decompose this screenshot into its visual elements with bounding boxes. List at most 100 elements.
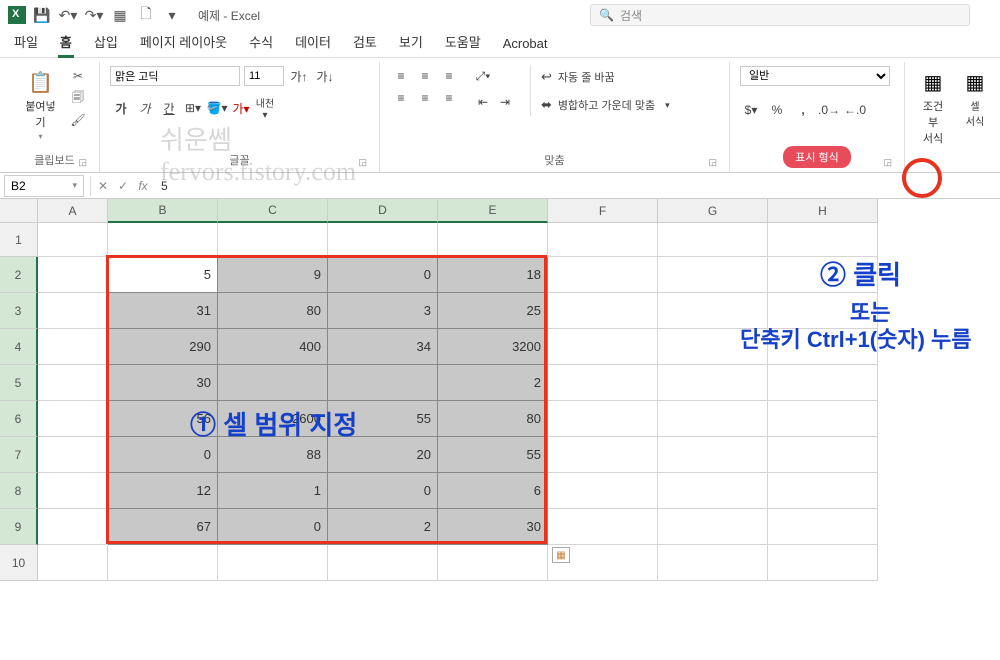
cell[interactable]: 18 bbox=[438, 257, 548, 293]
fx-icon[interactable]: fx bbox=[133, 179, 153, 193]
row-header[interactable]: 6 bbox=[0, 401, 38, 437]
format-painter-icon[interactable]: 🖌 bbox=[67, 110, 89, 130]
tab-도움말[interactable]: 도움말 bbox=[443, 28, 483, 57]
cell[interactable]: 5 bbox=[108, 257, 218, 293]
fill-color-button[interactable]: 🪣▾ bbox=[206, 98, 228, 118]
cell[interactable]: 80 bbox=[218, 293, 328, 329]
row-header[interactable]: 5 bbox=[0, 365, 38, 401]
tab-페이지 레이아웃[interactable]: 페이지 레이아웃 bbox=[138, 28, 229, 57]
cell[interactable] bbox=[658, 509, 768, 545]
clipboard-launcher-icon[interactable]: ◲ bbox=[78, 157, 87, 168]
cell[interactable]: 9 bbox=[218, 257, 328, 293]
align-middle-icon[interactable]: ≡ bbox=[414, 66, 436, 86]
cell[interactable]: 30 bbox=[438, 509, 548, 545]
cell[interactable] bbox=[548, 293, 658, 329]
name-box[interactable]: B2▾ bbox=[4, 175, 84, 197]
orientation-icon[interactable]: ⤢▾ bbox=[472, 66, 494, 86]
column-header[interactable]: F bbox=[548, 199, 658, 223]
search-box[interactable]: 🔍 검색 bbox=[590, 4, 970, 26]
number-launcher-icon[interactable]: ◲ bbox=[883, 157, 892, 168]
cell[interactable] bbox=[768, 365, 878, 401]
conditional-format-button[interactable]: ▦ 조건부 서식 bbox=[915, 66, 951, 148]
column-header[interactable]: E bbox=[438, 199, 548, 223]
row-header[interactable]: 1 bbox=[0, 223, 38, 257]
cell[interactable] bbox=[768, 473, 878, 509]
cell[interactable]: 80 bbox=[438, 401, 548, 437]
cell[interactable] bbox=[548, 223, 658, 257]
cell[interactable]: 12 bbox=[108, 473, 218, 509]
tab-홈[interactable]: 홈 bbox=[58, 28, 74, 58]
align-bottom-icon[interactable]: ≡ bbox=[438, 66, 460, 86]
border-button[interactable]: ⊞▾ bbox=[182, 98, 204, 118]
cell[interactable] bbox=[38, 437, 108, 473]
cell[interactable] bbox=[658, 473, 768, 509]
cell[interactable]: 2 bbox=[438, 365, 548, 401]
cell[interactable] bbox=[768, 545, 878, 581]
cell[interactable] bbox=[38, 223, 108, 257]
cell[interactable] bbox=[658, 545, 768, 581]
column-header[interactable]: G bbox=[658, 199, 768, 223]
phonetic-button[interactable]: 내천▾ bbox=[254, 98, 276, 118]
row-header[interactable]: 4 bbox=[0, 329, 38, 365]
cell[interactable]: 2 bbox=[328, 509, 438, 545]
tab-파일[interactable]: 파일 bbox=[12, 28, 40, 57]
cell[interactable]: 67 bbox=[108, 509, 218, 545]
formula-input[interactable]: 5 bbox=[153, 179, 1000, 193]
qat-dropdown-icon[interactable]: ▾ bbox=[164, 7, 180, 23]
comma-icon[interactable]: , bbox=[792, 100, 814, 120]
align-top-icon[interactable]: ≡ bbox=[390, 66, 412, 86]
alignment-launcher-icon[interactable]: ◲ bbox=[708, 157, 717, 168]
cell[interactable] bbox=[38, 365, 108, 401]
redo-icon[interactable]: ↷▾ bbox=[86, 7, 102, 23]
percent-icon[interactable]: % bbox=[766, 100, 788, 120]
cell[interactable] bbox=[548, 329, 658, 365]
cell[interactable] bbox=[38, 329, 108, 365]
column-header[interactable]: B bbox=[108, 199, 218, 223]
tab-수식[interactable]: 수식 bbox=[247, 28, 275, 57]
underline-button[interactable]: 간 bbox=[158, 98, 180, 118]
increase-decimal-icon[interactable]: .0→ bbox=[818, 100, 840, 120]
cell[interactable] bbox=[768, 401, 878, 437]
cell[interactable] bbox=[438, 223, 548, 257]
undo-icon[interactable]: ↶▾ bbox=[60, 7, 76, 23]
cell[interactable]: 88 bbox=[218, 437, 328, 473]
cell[interactable] bbox=[658, 401, 768, 437]
cell[interactable]: 55 bbox=[438, 437, 548, 473]
tab-삽입[interactable]: 삽입 bbox=[92, 28, 120, 57]
quick-analysis-icon[interactable]: ▦ bbox=[552, 547, 570, 563]
cell[interactable] bbox=[38, 293, 108, 329]
cell[interactable] bbox=[328, 365, 438, 401]
align-right-icon[interactable]: ≡ bbox=[438, 88, 460, 108]
cell[interactable] bbox=[768, 437, 878, 473]
cell[interactable]: 0 bbox=[108, 437, 218, 473]
currency-icon[interactable]: $▾ bbox=[740, 100, 762, 120]
row-header[interactable]: 7 bbox=[0, 437, 38, 473]
cell[interactable]: 20 bbox=[328, 437, 438, 473]
cell[interactable] bbox=[38, 401, 108, 437]
row-header[interactable]: 8 bbox=[0, 473, 38, 509]
cell[interactable] bbox=[38, 509, 108, 545]
cell[interactable] bbox=[108, 545, 218, 581]
cell[interactable] bbox=[768, 509, 878, 545]
qat-icon-1[interactable]: ▦ bbox=[112, 7, 128, 23]
tab-보기[interactable]: 보기 bbox=[397, 28, 425, 57]
font-color-button[interactable]: 가▾ bbox=[230, 98, 252, 118]
align-left-icon[interactable]: ≡ bbox=[390, 88, 412, 108]
row-header[interactable]: 9 bbox=[0, 509, 38, 545]
column-header[interactable]: H bbox=[768, 199, 878, 223]
tab-데이터[interactable]: 데이터 bbox=[293, 28, 333, 57]
cell[interactable] bbox=[218, 545, 328, 581]
cell[interactable] bbox=[328, 545, 438, 581]
bold-button[interactable]: 가 bbox=[110, 98, 132, 118]
qat-icon-2[interactable]: 🗋 bbox=[138, 7, 154, 23]
cell[interactable] bbox=[38, 545, 108, 581]
enter-formula-icon[interactable]: ✓ bbox=[113, 179, 133, 193]
cell[interactable] bbox=[438, 545, 548, 581]
decrease-indent-icon[interactable]: ⇤ bbox=[472, 92, 494, 112]
cut-icon[interactable]: ✂ bbox=[67, 66, 89, 86]
cell[interactable] bbox=[548, 257, 658, 293]
cell[interactable] bbox=[658, 257, 768, 293]
cell[interactable] bbox=[218, 365, 328, 401]
select-all-corner[interactable] bbox=[0, 199, 38, 223]
increase-indent-icon[interactable]: ⇥ bbox=[494, 92, 516, 112]
